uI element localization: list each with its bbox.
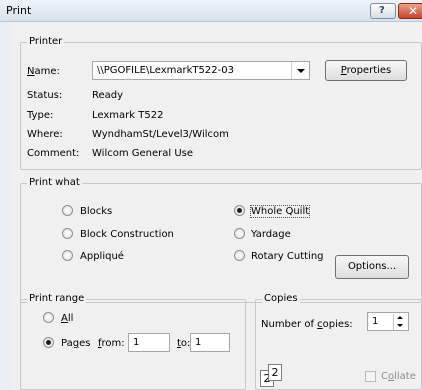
comment-value: Wilcom General Use <box>92 148 194 159</box>
all-pages-label[interactable]: All <box>61 313 73 324</box>
spin-down-icon[interactable] <box>393 322 407 330</box>
close-button[interactable]: ✕ <box>398 3 422 19</box>
copies-group-label: Copies <box>262 293 300 304</box>
status-value: Ready <box>92 90 124 101</box>
print-range-group-label: Print range <box>27 293 87 304</box>
properties-button[interactable]: Properties <box>325 60 407 81</box>
from-page-input[interactable]: 1 <box>128 333 170 352</box>
blocks-radio[interactable] <box>62 205 73 216</box>
chevron-down-icon[interactable] <box>291 62 309 79</box>
spin-up-icon[interactable] <box>393 314 407 322</box>
rotary-cutting-label[interactable]: Rotary Cutting <box>251 251 324 262</box>
block-construction-radio[interactable] <box>62 228 73 239</box>
close-icon: ✕ <box>408 4 419 18</box>
name-label: Name: <box>27 66 60 77</box>
block-construction-label[interactable]: Block Construction <box>80 229 174 240</box>
applique-label[interactable]: Appliqué <box>80 251 124 262</box>
comment-label: Comment: <box>27 148 80 159</box>
all-pages-radio[interactable] <box>43 312 54 323</box>
to-page-input[interactable]: 1 <box>190 333 230 352</box>
whole-quilt-radio[interactable] <box>234 205 245 216</box>
question-icon: ? <box>379 5 385 16</box>
print-what-group: Print what <box>20 177 422 303</box>
copies-spinner[interactable]: 1 <box>367 312 409 331</box>
yardage-label[interactable]: Yardage <box>251 229 291 240</box>
pages-radio[interactable] <box>43 337 54 348</box>
print-dialog: Printer Name: \\PGOFILE\LexmarkT522-03 P… <box>12 22 422 390</box>
where-label: Where: <box>27 129 63 140</box>
print-what-group-label: Print what <box>27 177 82 188</box>
collate-checkbox[interactable] <box>365 371 376 382</box>
collate-label: Collate <box>381 371 416 382</box>
from-label: from: <box>98 338 125 349</box>
number-of-copies-label: Number of copies: <box>261 319 353 330</box>
copies-value: 1 <box>372 316 379 327</box>
pages-label[interactable]: Pages <box>61 338 90 349</box>
yardage-radio[interactable] <box>234 228 245 239</box>
printer-group-label: Printer <box>27 36 65 47</box>
blocks-label[interactable]: Blocks <box>80 206 112 217</box>
rotary-cutting-radio[interactable] <box>234 250 245 261</box>
applique-radio[interactable] <box>62 250 73 261</box>
options-button[interactable]: Options... <box>335 255 409 279</box>
title-bar: Print ? ✕ <box>0 0 422 22</box>
type-value: Lexmark T522 <box>92 110 164 121</box>
whole-quilt-label[interactable]: Whole Quilt <box>249 205 311 218</box>
status-label: Status: <box>27 90 63 101</box>
printer-name-combobox[interactable]: \\PGOFILE\LexmarkT522-03 <box>92 61 310 80</box>
printer-name-value: \\PGOFILE\LexmarkT522-03 <box>97 65 234 76</box>
help-button[interactable]: ? <box>370 3 396 19</box>
to-label: to: <box>177 338 191 349</box>
page-icon: 2 <box>268 364 282 381</box>
type-label: Type: <box>27 110 54 121</box>
where-value: WyndhamSt/Level3/Wilcom <box>92 129 229 140</box>
window-title: Print <box>6 4 32 17</box>
